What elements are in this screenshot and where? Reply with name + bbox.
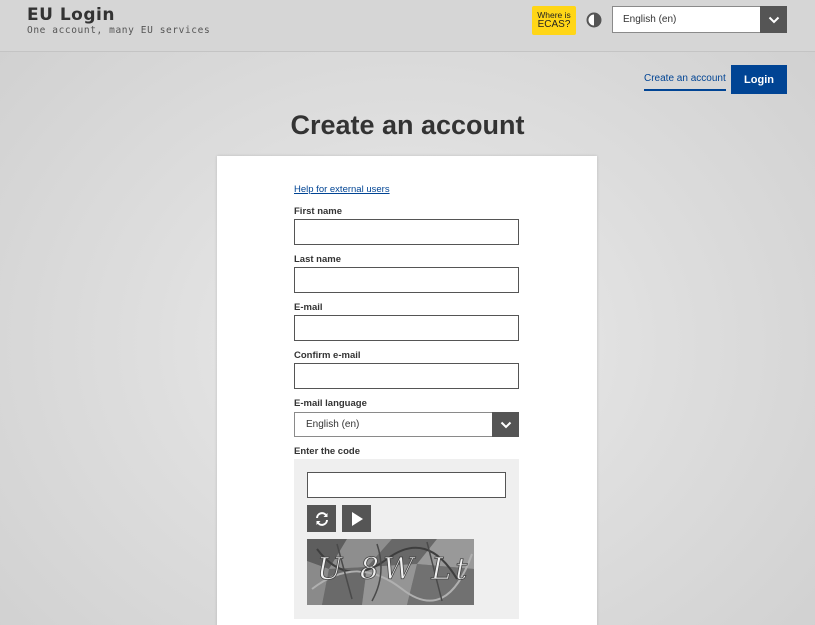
first-name-label: First name [294, 206, 343, 217]
chevron-down-icon [768, 16, 779, 23]
refresh-icon [315, 511, 328, 526]
enter-code-label: Enter the code [294, 446, 360, 457]
email-language-select[interactable]: English (en) [294, 412, 519, 437]
help-external-users-link[interactable]: Help for external users [294, 184, 390, 195]
email-label: E-mail [294, 302, 323, 313]
first-name-input[interactable] [294, 219, 519, 245]
email-language-label: E-mail language [294, 398, 367, 409]
last-name-label: Last name [294, 254, 341, 265]
captcha-input[interactable] [307, 472, 506, 498]
captcha-audio-play-button[interactable] [342, 505, 371, 532]
language-select-value: English (en) [623, 14, 677, 25]
ecas-line-2: ECAS? [537, 19, 571, 30]
brand-title: EU Login [27, 5, 115, 25]
chevron-down-icon [500, 421, 511, 428]
language-dropdown-toggle[interactable] [760, 6, 787, 33]
confirm-email-label: Confirm e-mail [294, 350, 361, 361]
confirm-email-input[interactable] [294, 363, 519, 389]
brand-subtitle: One account, many EU services [27, 25, 211, 36]
language-select[interactable]: English (en) [612, 6, 787, 33]
create-account-card: Help for external users First name Last … [217, 156, 597, 625]
captcha-refresh-button[interactable] [307, 505, 336, 532]
contrast-icon[interactable] [586, 12, 602, 28]
login-button[interactable]: Login [731, 65, 787, 94]
site-header: EU Login One account, many EU services W… [0, 0, 815, 52]
play-icon [351, 511, 363, 526]
captcha-image: U 8W Lt [307, 539, 474, 605]
where-is-ecas-button[interactable]: Where is ECAS? [532, 6, 576, 35]
captcha-text: U 8W Lt [317, 552, 471, 587]
page-title: Create an account [290, 110, 525, 140]
captcha-panel: U 8W Lt [294, 459, 519, 619]
last-name-input[interactable] [294, 267, 519, 293]
email-language-dropdown-toggle[interactable] [492, 412, 519, 437]
email-input[interactable] [294, 315, 519, 341]
create-account-link[interactable]: Create an account [644, 73, 726, 91]
email-language-value: English (en) [306, 419, 360, 430]
